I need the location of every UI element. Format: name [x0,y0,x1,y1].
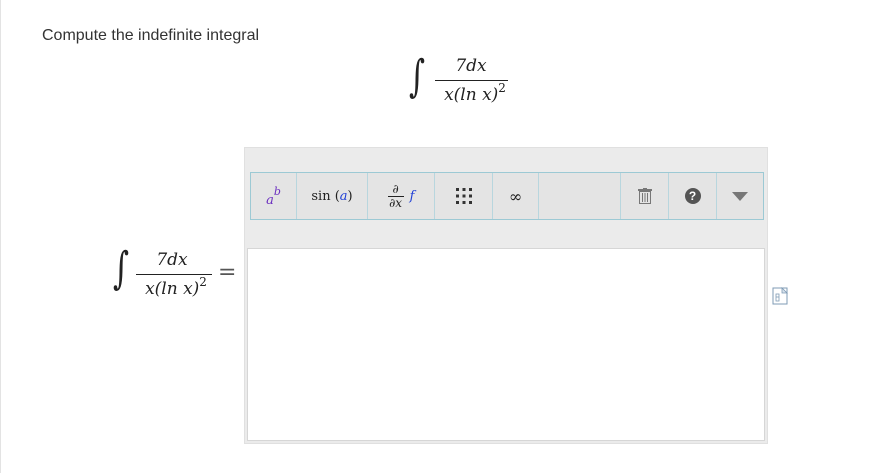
integrand-denominator: x(ln x)2 [444,81,506,105]
integral-sign: ∫ [113,243,130,294]
matrix-icon [455,188,472,204]
question-prompt: Compute the indefinite integral [42,27,260,44]
answer-integral: ∫ 7dx x(ln x)2 [113,247,223,307]
integrand-denominator: x(ln x)2 [145,275,207,299]
problem-integral: ∫ 7dx x(ln x)2 [409,55,519,115]
left-border [0,0,1,473]
answer-input[interactable] [247,248,765,441]
math-editor: ab sin (a) ∂ ∂x f ∞ ? [244,147,768,444]
math-toolbar: ab sin (a) ∂ ∂x f ∞ ? [250,172,764,220]
help-button[interactable]: ? [669,173,717,219]
trash-icon [637,188,652,204]
infinity-button[interactable]: ∞ [493,173,539,219]
integral-sign: ∫ [409,51,426,102]
derivative-button[interactable]: ∂ ∂x f [368,173,435,219]
integrand-numerator: 7dx [156,250,188,270]
matrix-button[interactable] [435,173,493,219]
more-dropdown-button[interactable] [717,173,763,219]
document-icon[interactable] [772,287,788,305]
help-icon: ? [684,188,701,204]
delete-button[interactable] [621,173,669,219]
function-button[interactable]: sin (a) [297,173,368,219]
caret-down-icon [732,192,748,201]
superscript-button[interactable]: ab [251,173,297,219]
equals-sign: = [218,260,237,285]
blank-toolbar-slot [539,173,621,219]
integrand-numerator: 7dx [455,56,487,76]
